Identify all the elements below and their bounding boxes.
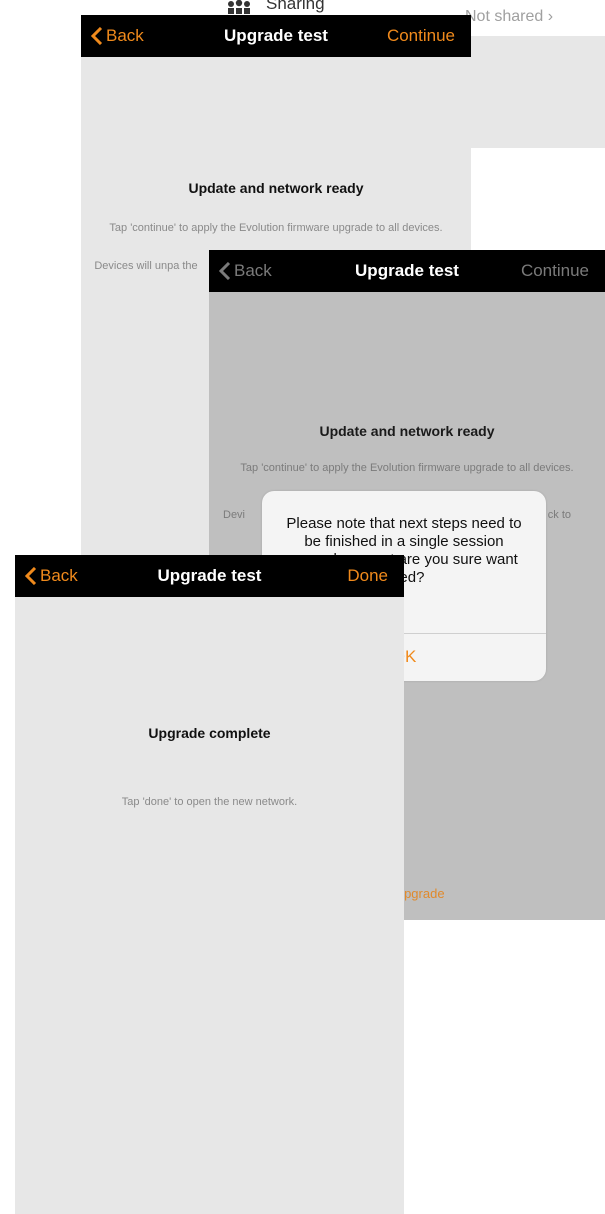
chevron-right-icon: › <box>547 8 554 25</box>
content-text: Tap 'done' to open the new network. <box>121 796 298 808</box>
content-text-2-right: ck to <box>547 509 571 521</box>
upgrade-screen-complete: Back Upgrade test Done Upgrade complete … <box>15 555 404 1214</box>
not-shared-status[interactable]: Not shared › <box>465 8 553 26</box>
content-title: Update and network ready <box>319 423 495 439</box>
content-text-2-left: Devi <box>223 509 246 521</box>
sharing-label: Sharing <box>266 0 325 13</box>
navbar: Back Upgrade test Continue <box>209 250 605 292</box>
navbar: Back Upgrade test Done <box>15 555 404 597</box>
navbar: Back Upgrade test Continue <box>81 15 471 57</box>
content-text: Tap 'continue' to apply the Evolution fi… <box>240 462 574 474</box>
content-title: Upgrade complete <box>148 725 271 741</box>
continue-button[interactable]: Continue <box>387 26 455 46</box>
content-text: Tap 'continue' to apply the Evolution fi… <box>109 222 443 234</box>
content-title: Update and network ready <box>188 180 364 196</box>
continue-button[interactable]: Continue <box>521 261 589 281</box>
content-text-2: Devices will unpa the <box>94 260 198 272</box>
people-icon <box>228 0 250 14</box>
page-title: Upgrade test <box>157 566 262 585</box>
sharing-gray-panel <box>468 36 605 148</box>
not-shared-label: Not shared <box>465 8 544 25</box>
done-button[interactable]: Done <box>347 566 388 586</box>
